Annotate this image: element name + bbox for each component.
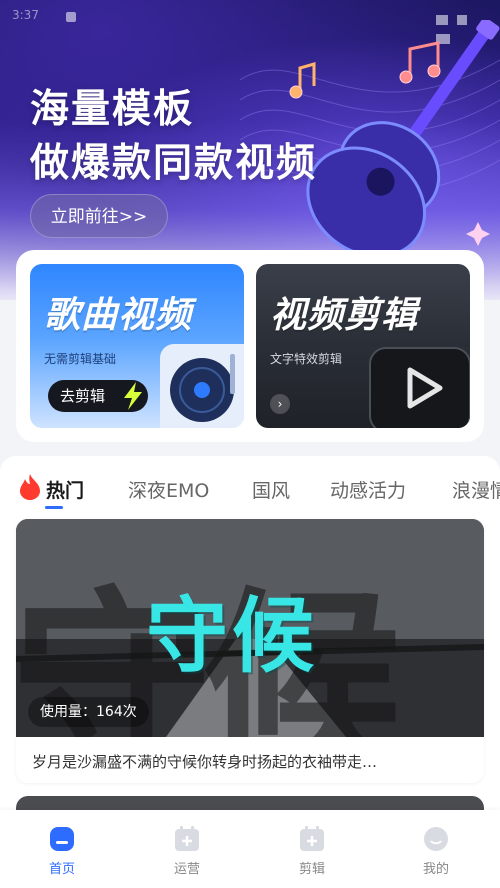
- hero-title-line2: 做爆款同款视频: [30, 141, 318, 186]
- song-video-subtitle: 无需剪辑基础: [44, 352, 117, 366]
- tab-guofeng[interactable]: 国风: [252, 476, 290, 503]
- nav-operation[interactable]: 运营: [157, 826, 217, 882]
- video-edit-subtitle: 文字特效剪辑: [270, 352, 343, 366]
- template-thumbnail[interactable]: 守候 守候 使用量：164次: [16, 519, 484, 737]
- video-edit-card[interactable]: 视频剪辑 文字特效剪辑 ›: [256, 264, 470, 428]
- fire-icon: [20, 474, 40, 500]
- bottom-navigation: 首页 运营 剪辑 我的: [0, 810, 500, 888]
- nav-operation-label: 运营: [173, 862, 200, 877]
- template-description: 岁月是沙漏盛不满的守候你转身时扬起的衣袖带走…: [32, 753, 378, 771]
- usage-count-badge: 使用量：164次: [28, 697, 149, 727]
- go-now-button[interactable]: 立即前往>>: [30, 194, 168, 238]
- template-card[interactable]: 守候 守候 使用量：164次 岁月是沙漏盛不满的守候你转身时扬起的衣袖带走…: [16, 519, 484, 783]
- nav-edit[interactable]: 剪辑: [282, 826, 342, 882]
- notification-icon: [66, 12, 76, 22]
- tab-late-night-emo[interactable]: 深夜EMO: [128, 476, 209, 503]
- song-video-title: 歌曲视频: [44, 295, 193, 336]
- nav-profile-label: 我的: [422, 862, 449, 877]
- profile-icon: [424, 827, 448, 851]
- go-edit-label: 去剪辑: [60, 387, 106, 405]
- video-edit-title: 视频剪辑: [270, 295, 419, 336]
- hero-title-line1: 海量模板: [30, 87, 195, 132]
- category-tabs: 热门 深夜EMO 国风 动感活力 浪漫情: [0, 456, 500, 518]
- home-icon: [50, 827, 74, 851]
- tab-hot[interactable]: 热门: [46, 476, 84, 503]
- feature-panel: 歌曲视频 无需剪辑基础 去剪辑 视频剪辑 文字特效剪辑 ›: [16, 250, 484, 442]
- nav-home[interactable]: 首页: [32, 826, 92, 882]
- tab-romantic[interactable]: 浪漫情: [452, 476, 500, 503]
- song-video-card[interactable]: 歌曲视频 无需剪辑基础 去剪辑: [30, 264, 244, 428]
- lightning-icon: [124, 382, 142, 410]
- template-title: 守候: [146, 589, 319, 684]
- nav-home-label: 首页: [48, 862, 75, 877]
- active-tab-indicator: [45, 506, 63, 509]
- nav-profile[interactable]: 我的: [406, 826, 466, 882]
- go-edit-button[interactable]: 去剪辑: [48, 380, 148, 412]
- turntable-icon: [160, 344, 244, 428]
- chevron-right-icon[interactable]: ›: [270, 394, 290, 414]
- status-time: 3:37: [12, 8, 39, 22]
- play-icon: [369, 347, 470, 428]
- tab-dynamic[interactable]: 动感活力: [330, 476, 406, 503]
- add-box-icon: [175, 826, 199, 851]
- edit-box-icon: [300, 826, 324, 851]
- nav-edit-label: 剪辑: [298, 862, 325, 877]
